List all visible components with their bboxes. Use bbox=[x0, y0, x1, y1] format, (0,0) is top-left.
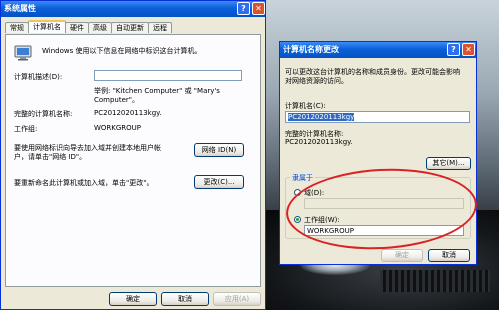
change-button[interactable]: 更改(C)... bbox=[194, 175, 244, 189]
netid-text-line-2: 户，请单击"网络 ID"。 bbox=[14, 153, 87, 161]
member-of-label: 隶属于 bbox=[290, 173, 315, 183]
change-text: 要重新命名此计算机或加入域，单击"更改"。 bbox=[14, 179, 154, 187]
computer-name-value: PC2012020113kgy bbox=[288, 113, 355, 121]
title-bar: 系统属性 ? ✕ bbox=[1, 1, 265, 17]
tab-advanced[interactable]: 高级 bbox=[88, 22, 112, 33]
tab-general[interactable]: 常规 bbox=[5, 22, 29, 33]
tab-remote[interactable]: 远程 bbox=[148, 22, 172, 33]
apply-button[interactable]: 应用(A) bbox=[213, 292, 261, 306]
dialog-title-bar: 计算机名称更改 ? ✕ bbox=[280, 42, 476, 58]
dialog-title: 计算机名称更改 bbox=[283, 45, 339, 54]
tab-computer-name[interactable]: 计算机名 bbox=[28, 20, 66, 33]
intro-text: Windows 使用以下信息在网络中标识这台计算机。 bbox=[42, 47, 202, 55]
close-button[interactable]: ✕ bbox=[252, 2, 265, 15]
computer-icon bbox=[14, 45, 32, 61]
tab-strip: 常规 计算机名 硬件 高级 自动更新 远程 bbox=[5, 20, 172, 34]
name-label: 计算机名(C): bbox=[285, 102, 326, 110]
fullname-label: 完整的计算机名称: bbox=[14, 110, 73, 118]
example-line-2: Computer"。 bbox=[94, 96, 140, 104]
workgroup-label: 工作组: bbox=[14, 125, 38, 133]
other-button[interactable]: 其它(M)... bbox=[426, 157, 471, 170]
dialog-fullname-value: PC2012020113kgy. bbox=[285, 138, 353, 146]
computer-name-panel: Windows 使用以下信息在网络中标识这台计算机。 计算机描述(D): 举例:… bbox=[5, 34, 261, 287]
ok-button[interactable]: 确定 bbox=[109, 292, 157, 306]
workgroup-value: WORKGROUP bbox=[94, 124, 142, 132]
help-button[interactable]: ? bbox=[237, 2, 250, 15]
car-grille bbox=[380, 270, 490, 292]
tab-auto-update[interactable]: 自动更新 bbox=[111, 22, 149, 33]
tab-hardware[interactable]: 硬件 bbox=[65, 22, 89, 33]
dialog-cancel-button[interactable]: 取消 bbox=[428, 249, 470, 262]
dialog-close-button[interactable]: ✕ bbox=[462, 43, 475, 56]
dialog-help-button[interactable]: ? bbox=[447, 43, 460, 56]
cancel-button[interactable]: 取消 bbox=[161, 292, 209, 306]
network-id-button[interactable]: 网络 ID(N) bbox=[194, 143, 244, 157]
description-input[interactable] bbox=[94, 70, 242, 81]
dialog-intro-line-2: 对网络资源的访问。 bbox=[285, 77, 348, 85]
description-label: 计算机描述(D): bbox=[14, 73, 63, 81]
computer-name-input[interactable]: PC2012020113kgy bbox=[285, 111, 470, 123]
system-properties-window: 系统属性 ? ✕ 常规 计算机名 硬件 高级 自动更新 远程 Windows 使… bbox=[0, 0, 266, 310]
dialog-ok-button[interactable]: 确定 bbox=[381, 249, 423, 262]
window-title: 系统属性 bbox=[4, 4, 36, 13]
fullname-value: PC2012020113kgy. bbox=[94, 109, 162, 117]
